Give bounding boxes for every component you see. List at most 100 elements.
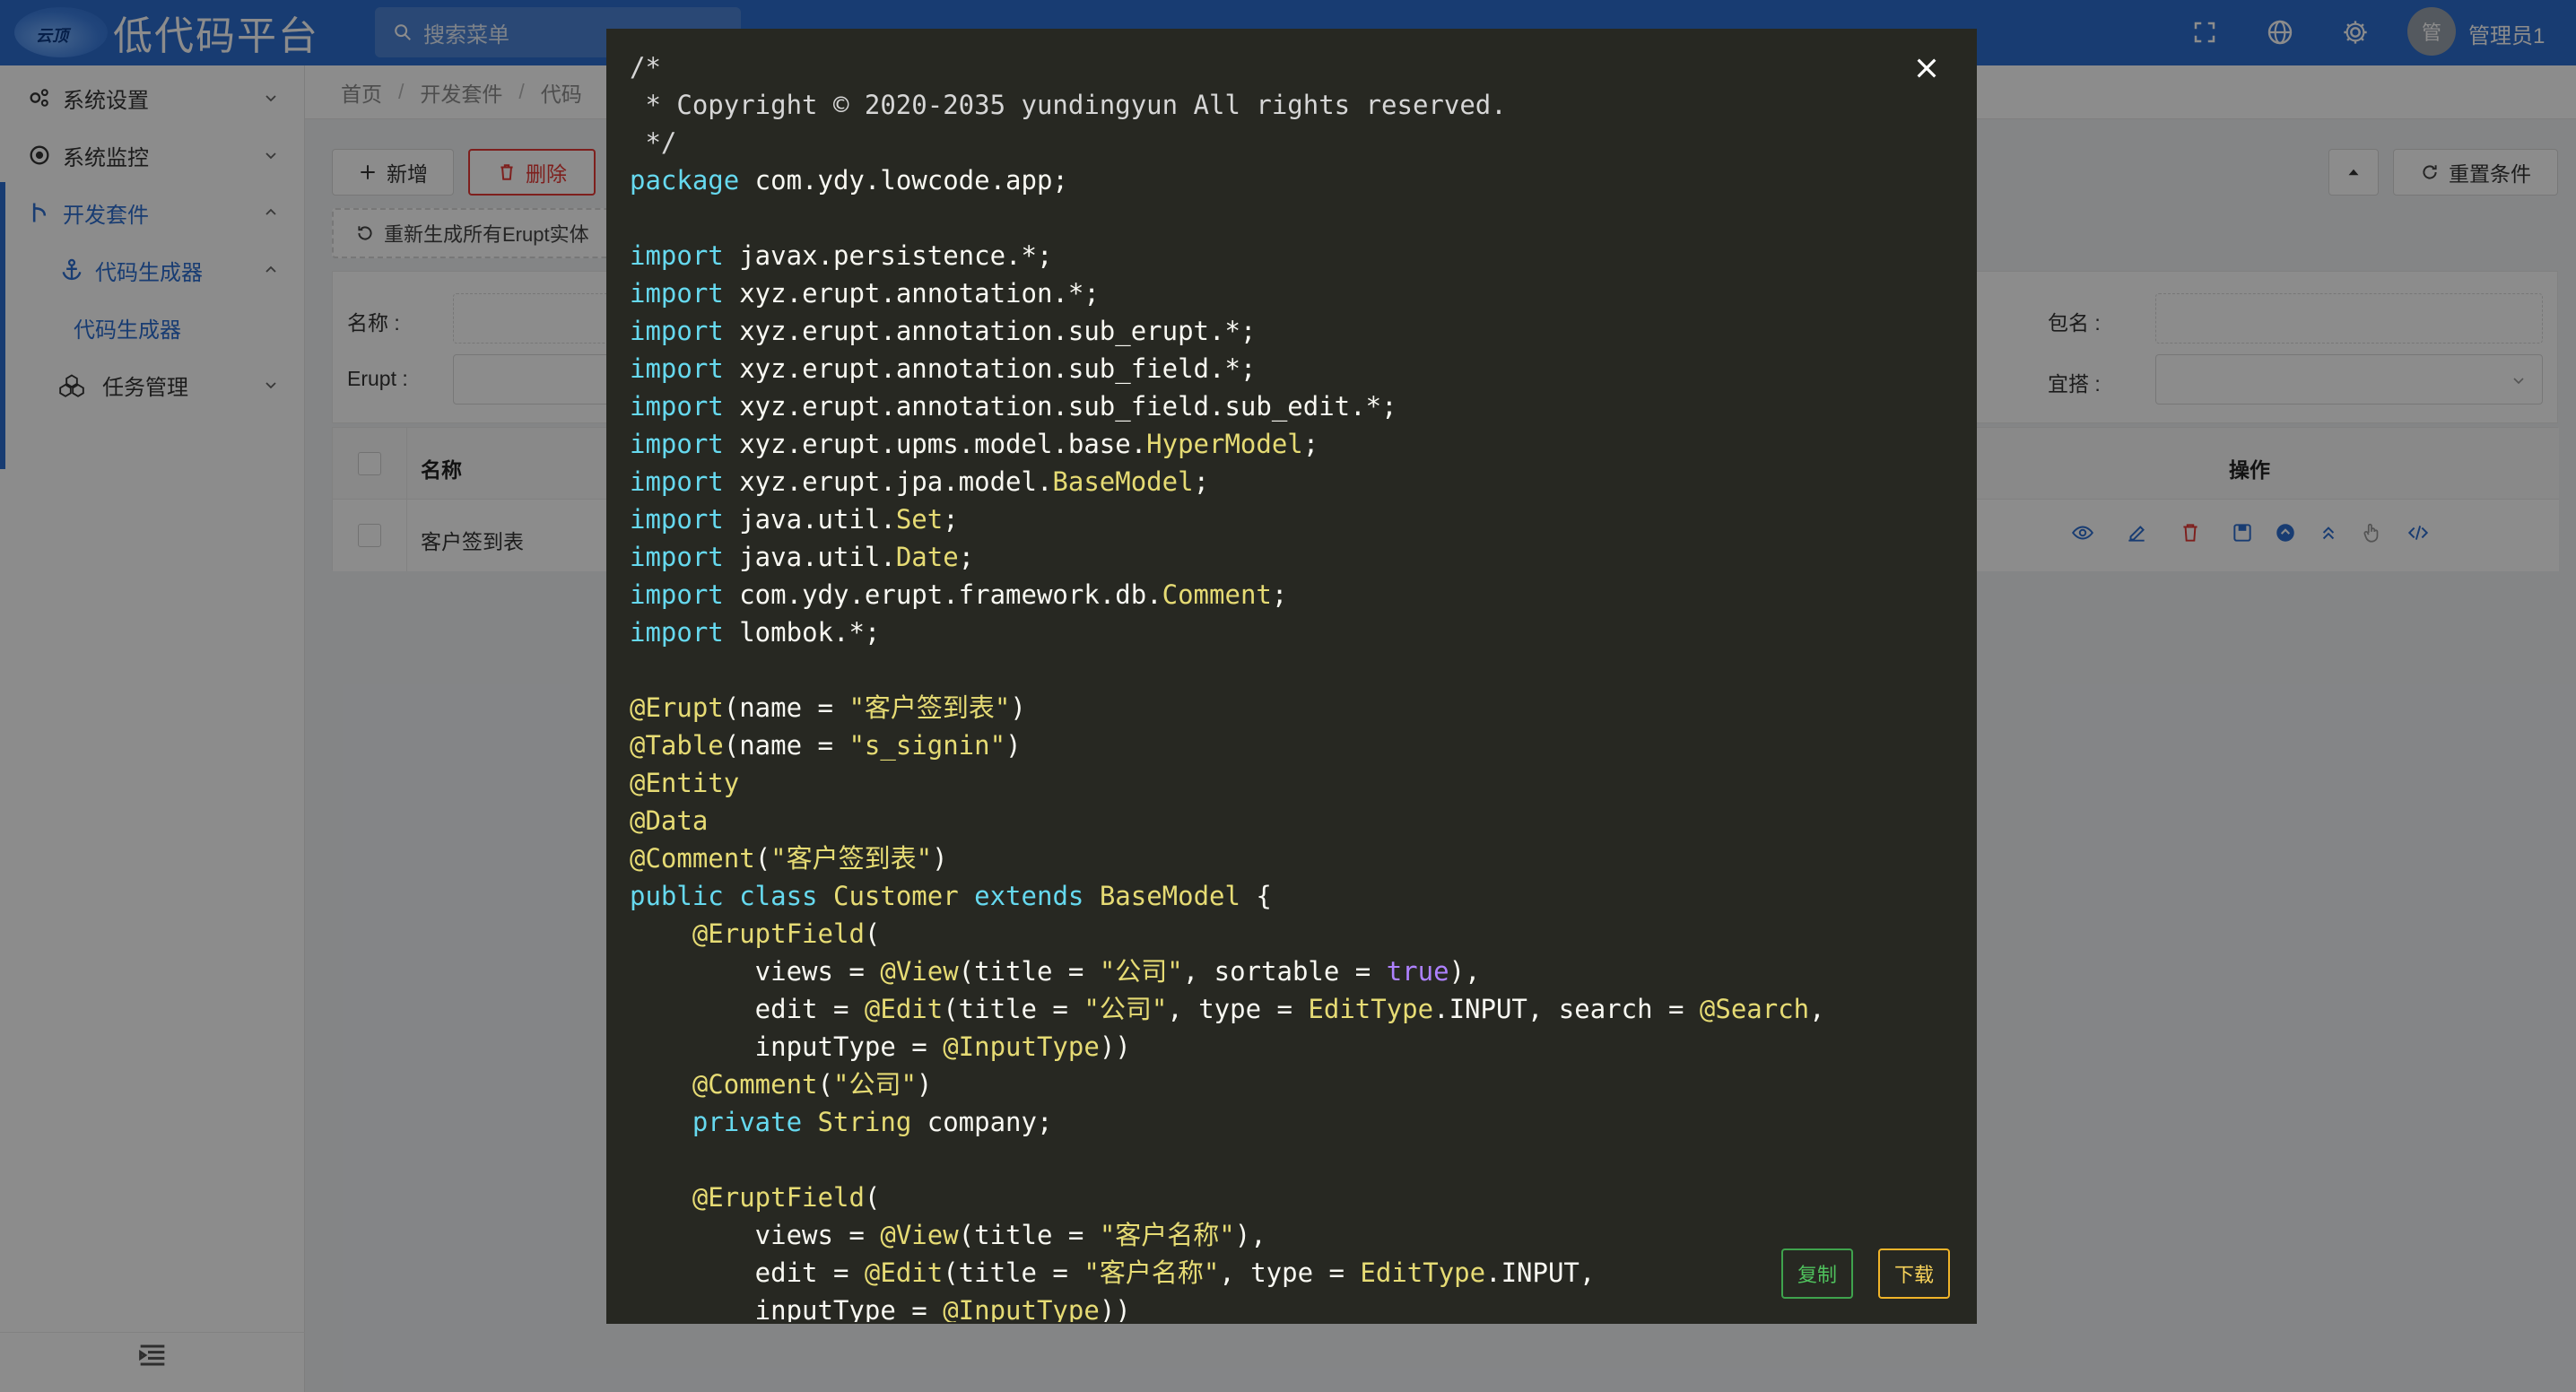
code-token: import: [630, 542, 724, 572]
code-token: views =: [630, 1220, 881, 1250]
code-token: (: [864, 1182, 881, 1213]
code-token: java.util.: [723, 542, 896, 572]
code-line: @Entity: [630, 764, 1948, 802]
code-line: public class Customer extends BaseModel …: [630, 877, 1948, 915]
code-line: import xyz.erupt.jpa.model.BaseModel;: [630, 463, 1948, 500]
code-line: import xyz.erupt.annotation.sub_field.su…: [630, 387, 1948, 425]
code-token: ;: [1271, 579, 1288, 610]
code-token: @View: [880, 1220, 959, 1250]
code-token: "公司": [1083, 994, 1168, 1024]
code-token: views =: [630, 956, 881, 987]
code-token: import: [630, 316, 724, 346]
code-token: ): [1010, 692, 1026, 723]
code-token: edit =: [630, 1257, 865, 1288]
code-token: @View: [880, 956, 959, 987]
code-token: package: [630, 165, 740, 196]
code-line: inputType = @InputType)): [630, 1292, 1948, 1322]
code-token: (name =: [723, 730, 849, 761]
code-line: /*: [630, 48, 1948, 86]
code-token: import: [630, 391, 724, 422]
code-line: */: [630, 124, 1948, 161]
code-line: @EruptField(: [630, 915, 1948, 953]
code-token: @EruptField: [692, 918, 865, 949]
code-token: @Data: [630, 805, 709, 836]
code-token: import: [630, 429, 724, 459]
code-token: java.util.: [723, 504, 896, 535]
code-line: inputType = @InputType)): [630, 1028, 1948, 1066]
code-line: import java.util.Set;: [630, 500, 1948, 538]
code-token: (name =: [723, 692, 849, 723]
code-token: (title =: [943, 994, 1084, 1024]
code-token: @Comment: [692, 1069, 818, 1100]
code-line: @Table(name = "s_signin"): [630, 726, 1948, 764]
code-block[interactable]: /* * Copyright © 2020-2035 yundingyun Al…: [630, 48, 1948, 1322]
code-token: /*: [630, 52, 661, 83]
code-token: true: [1386, 956, 1449, 987]
download-button[interactable]: 下载: [1878, 1248, 1950, 1299]
code-token: ): [932, 843, 948, 874]
code-token: "s_signin": [849, 730, 1006, 761]
code-token: Date: [895, 542, 959, 572]
code-line: views = @View(title = "公司", sortable = t…: [630, 953, 1948, 990]
code-token: , type =: [1167, 994, 1309, 1024]
code-token: @Comment: [630, 843, 755, 874]
code-token: @EruptField: [692, 1182, 865, 1213]
code-token: @Table: [630, 730, 724, 761]
code-token: inputType =: [630, 1031, 944, 1062]
code-line: import xyz.erupt.annotation.sub_erupt.*;: [630, 312, 1948, 350]
code-line: @Comment("公司"): [630, 1066, 1948, 1103]
code-token: (: [864, 918, 881, 949]
code-token: )): [1099, 1031, 1131, 1062]
code-token: ;: [958, 542, 975, 572]
code-line: edit = @Edit(title = "客户名称", type = Edit…: [630, 1254, 1948, 1292]
code-line: edit = @Edit(title = "公司", type = EditTy…: [630, 990, 1948, 1028]
code-token: * Copyright © 2020-2035 yundingyun All r…: [630, 90, 1507, 120]
code-line: @Erupt(name = "客户签到表"): [630, 689, 1948, 726]
code-token: @Entity: [630, 768, 740, 798]
code-line: package com.ydy.lowcode.app;: [630, 161, 1948, 199]
code-token: ): [1005, 730, 1022, 761]
code-token: Comment: [1162, 579, 1272, 610]
code-token: inputType =: [630, 1295, 944, 1322]
code-line: * Copyright © 2020-2035 yundingyun All r…: [630, 86, 1948, 124]
code-token: (title =: [958, 956, 1100, 987]
code-line: import xyz.erupt.annotation.sub_field.*;: [630, 350, 1948, 387]
code-token: ;: [1302, 429, 1319, 459]
code-token: EditType: [1360, 1257, 1486, 1288]
code-token: String: [817, 1107, 912, 1137]
code-token: EditType: [1308, 994, 1434, 1024]
code-line: @Comment("客户签到表"): [630, 840, 1948, 877]
code-line: private String company;: [630, 1103, 1948, 1141]
code-token: "公司": [1099, 956, 1183, 987]
code-line: import xyz.erupt.upms.model.base.HyperMo…: [630, 425, 1948, 463]
code-line: import java.util.Date;: [630, 538, 1948, 576]
code-token: Customer: [832, 881, 959, 911]
code-token: "客户签到表": [770, 843, 933, 874]
code-token: ),: [1234, 1220, 1266, 1250]
copy-button[interactable]: 复制: [1781, 1248, 1853, 1299]
code-token: .INPUT, search =: [1433, 994, 1700, 1024]
code-token: @InputType: [943, 1295, 1100, 1322]
code-token: public class: [630, 881, 818, 911]
code-token: xyz.erupt.annotation.sub_field.sub_edit.…: [723, 391, 1397, 422]
code-token: com.ydy.erupt.framework.db.: [723, 579, 1162, 610]
code-line: import lombok.*;: [630, 613, 1948, 651]
code-token: import: [630, 240, 724, 271]
code-token: xyz.erupt.jpa.model.: [723, 466, 1053, 497]
code-token: BaseModel: [1052, 466, 1194, 497]
code-line: @EruptField(: [630, 1179, 1948, 1216]
code-token: "客户名称": [1099, 1220, 1235, 1250]
code-token: import: [630, 353, 724, 384]
code-token: "公司": [833, 1069, 917, 1100]
code-token: xyz.erupt.upms.model.base.: [723, 429, 1147, 459]
code-token: , sortable =: [1182, 956, 1387, 987]
code-token: xyz.erupt.annotation.*;: [723, 278, 1100, 309]
code-token: lombok.*;: [723, 617, 881, 648]
code-token: @Search: [1699, 994, 1810, 1024]
